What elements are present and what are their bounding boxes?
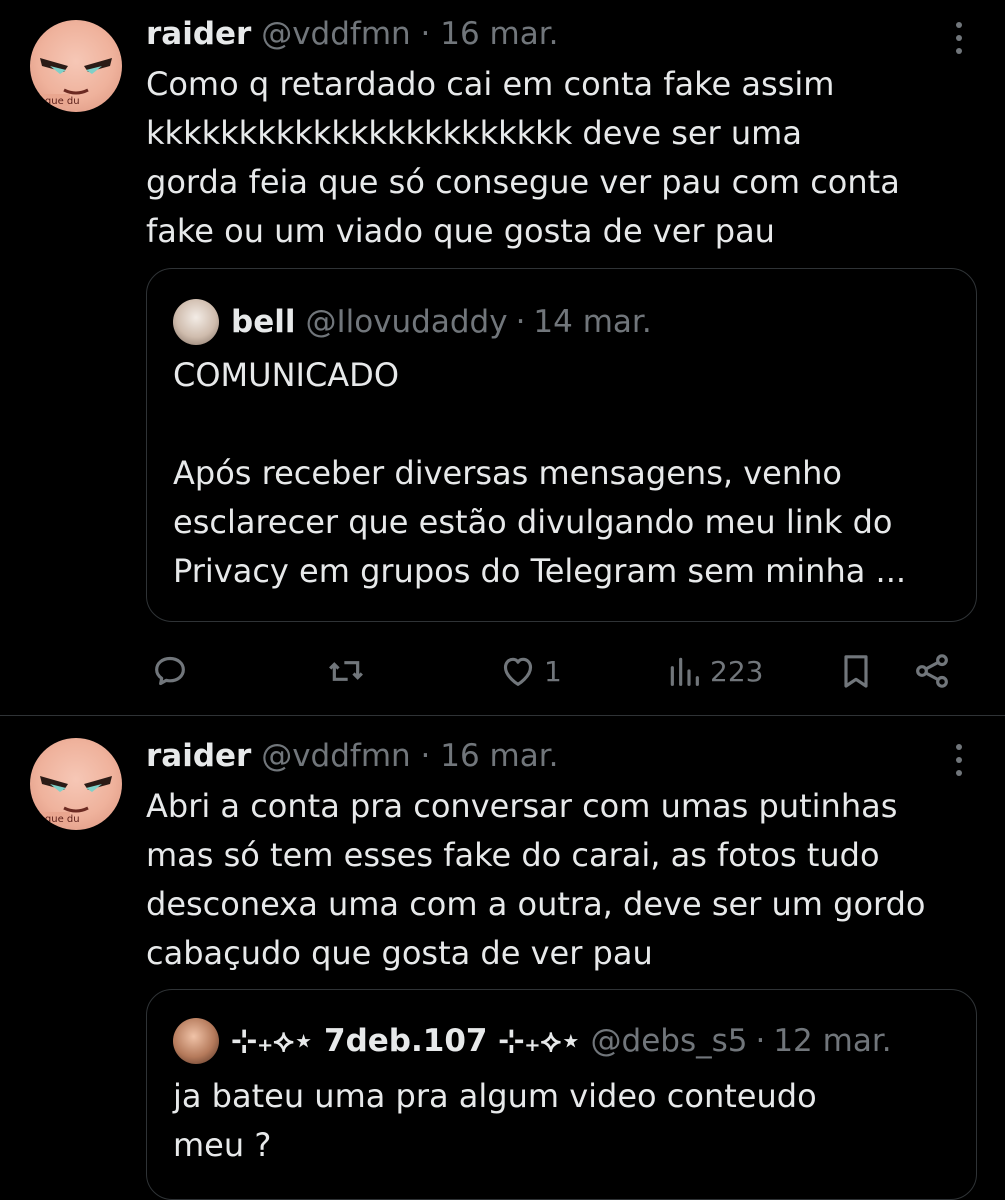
bookmark-icon [844,655,868,688]
tweet-text: Abri a conta pra conversar com umas puti… [146,787,926,972]
user-avatar[interactable]: m que du [30,738,122,830]
quoted-author-handle: @Ilovudaddy [305,304,508,340]
retweet-button[interactable] [326,645,366,697]
tweet-date[interactable]: 16 mar. [440,738,558,774]
share-button[interactable] [912,645,952,697]
separator-dot: · [420,738,431,774]
author-name[interactable]: raider [146,738,251,774]
reply-button[interactable] [150,645,190,697]
quoted-author-handle: @debs_s5 [590,1023,748,1059]
quoted-user-avatar [173,299,219,345]
quoted-tweet-date: 14 mar. [533,304,652,340]
quoted-tweet-header: ⊹₊⟡⋆ 7deb.107 ⊹₊⟡⋆ @debs_s5 · 12 mar. [173,1018,892,1064]
quoted-tweet-text: ja bateu uma pra algum video conteudo me… [173,1077,817,1164]
svg-text:m que du: m que du [32,96,80,107]
retweet-icon [329,661,363,681]
tweet-text: Como q retardado cai em conta fake assim… [146,65,900,250]
quoted-user-avatar [173,1018,219,1064]
svg-text:m que du: m que du [32,814,80,825]
tweet-header: raider @vddfmn · 16 mar. [146,14,559,54]
tweet[interactable]: m que du raider @vddfmn · 16 mar. Como q… [0,0,1005,716]
more-options-icon[interactable] [947,744,971,776]
user-avatar[interactable]: m que du [30,20,122,112]
anime-face-avatar-icon: m que du [30,776,112,825]
like-count: 1 [544,654,562,688]
author-handle[interactable]: @vddfmn [261,738,410,774]
more-options-icon[interactable] [947,22,971,54]
quoted-tweet[interactable]: ⊹₊⟡⋆ 7deb.107 ⊹₊⟡⋆ @debs_s5 · 12 mar. ja… [146,989,977,1200]
views-count: 223 [710,654,764,688]
quoted-tweet-header: bell @Ilovudaddy · 14 mar. [173,299,652,345]
separator-dot: · [420,16,431,52]
quoted-tweet-date: 12 mar. [773,1023,892,1059]
tweet-header: raider @vddfmn · 16 mar. [146,736,559,776]
like-button[interactable]: 1 [498,645,562,697]
author-name[interactable]: raider [146,16,251,52]
separator-dot: · [515,304,526,340]
anime-face-avatar-icon: m que du [30,58,112,107]
separator-dot: · [755,1023,766,1059]
quoted-author-name: bell [231,304,296,340]
author-handle[interactable]: @vddfmn [261,16,410,52]
quoted-tweet-text: COMUNICADO Após receber diversas mensage… [173,356,907,590]
share-icon [916,654,948,688]
views-icon [670,657,699,686]
views-button[interactable]: 223 [664,645,763,697]
tweet[interactable]: m que du raider @vddfmn · 16 mar. Abri a… [0,716,1005,1200]
heart-icon [503,657,533,686]
reply-icon [155,656,185,686]
bookmark-button[interactable] [836,645,876,697]
quoted-tweet[interactable]: bell @Ilovudaddy · 14 mar. COMUNICADO Ap… [146,268,977,622]
quoted-author-name: ⊹₊⟡⋆ 7deb.107 ⊹₊⟡⋆ [231,1023,581,1059]
tweet-actions: 1 223 [0,645,1005,697]
tweet-date[interactable]: 16 mar. [440,16,558,52]
